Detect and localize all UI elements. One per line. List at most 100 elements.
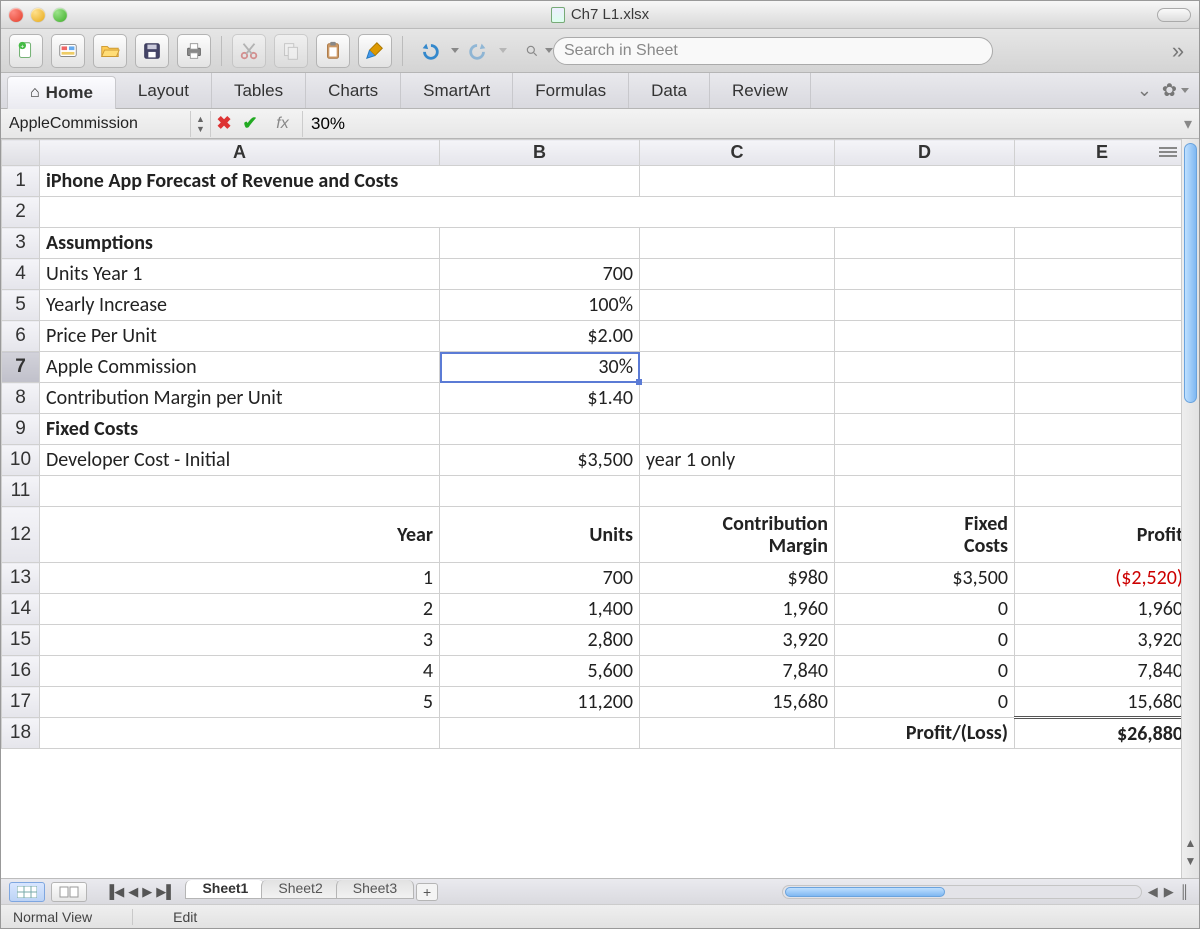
cell[interactable]: 11,200 <box>440 687 640 718</box>
cell[interactable] <box>835 414 1015 445</box>
search-scope-dropdown-icon[interactable] <box>545 48 553 53</box>
undo-dropdown-icon[interactable] <box>451 48 459 53</box>
scroll-down-icon[interactable]: ▼ <box>1182 854 1199 868</box>
cell[interactable] <box>1015 166 1182 197</box>
next-sheet-button[interactable]: ▶ <box>142 884 152 900</box>
cell[interactable]: 3 <box>40 625 440 656</box>
accept-edit-button[interactable]: ✔ <box>237 113 263 134</box>
redo-button[interactable] <box>461 34 495 68</box>
cell[interactable]: Developer Cost - Initial <box>40 445 440 476</box>
row-header[interactable]: 5 <box>2 290 40 321</box>
cell[interactable]: 0 <box>835 625 1015 656</box>
row-header[interactable]: 18 <box>2 718 40 749</box>
cell[interactable] <box>1015 321 1182 352</box>
ribbon-tab-layout[interactable]: Layout <box>116 73 212 108</box>
horizontal-scrollbar[interactable]: ◀ ▶ ║ <box>438 884 1199 900</box>
scroll-right-icon[interactable]: ▶ <box>1164 884 1174 900</box>
cell[interactable]: Units <box>440 507 640 563</box>
prev-sheet-button[interactable]: ◀ <box>128 884 138 900</box>
cell[interactable]: $26,880 <box>1015 718 1182 749</box>
cell[interactable]: 4 <box>40 656 440 687</box>
redo-dropdown-icon[interactable] <box>499 48 507 53</box>
format-painter-button[interactable] <box>358 34 392 68</box>
cell[interactable] <box>440 476 640 507</box>
ribbon-tab-tables[interactable]: Tables <box>212 73 306 108</box>
cell[interactable]: year 1 only <box>640 445 835 476</box>
cut-button[interactable] <box>232 34 266 68</box>
row-header[interactable]: 12 <box>2 507 40 563</box>
ribbon-tab-data[interactable]: Data <box>629 73 710 108</box>
cell[interactable]: 700 <box>440 259 640 290</box>
cell[interactable]: 2,800 <box>440 625 640 656</box>
cell[interactable]: FixedCosts <box>835 507 1015 563</box>
cell[interactable] <box>640 321 835 352</box>
cell[interactable] <box>835 352 1015 383</box>
cell[interactable]: Profit/(Loss) <box>835 718 1015 749</box>
row-header[interactable]: 9 <box>2 414 40 445</box>
row-header[interactable]: 15 <box>2 625 40 656</box>
minimize-window-button[interactable] <box>31 8 45 22</box>
scroll-up-icon[interactable]: ▲ <box>1182 836 1199 850</box>
column-options-icon[interactable] <box>1159 145 1177 159</box>
cell[interactable] <box>440 718 640 749</box>
cell[interactable]: ContributionMargin <box>640 507 835 563</box>
cell[interactable]: 0 <box>835 656 1015 687</box>
cancel-edit-button[interactable]: ✖ <box>211 113 237 134</box>
cell[interactable] <box>40 718 440 749</box>
templates-button[interactable] <box>51 34 85 68</box>
cell[interactable]: $980 <box>640 563 835 594</box>
row-header[interactable]: 8 <box>2 383 40 414</box>
cell[interactable]: Fixed Costs <box>40 414 440 445</box>
scroll-left-icon[interactable]: ◀ <box>1148 884 1158 900</box>
cell[interactable]: Profit <box>1015 507 1182 563</box>
cell[interactable]: $1.40 <box>440 383 640 414</box>
cell[interactable]: 1 <box>40 563 440 594</box>
cell[interactable]: Contribution Margin per Unit <box>40 383 440 414</box>
cell[interactable]: Yearly Increase <box>40 290 440 321</box>
cell[interactable] <box>640 476 835 507</box>
new-workbook-button[interactable]: + <box>9 34 43 68</box>
column-header[interactable]: A <box>40 140 440 166</box>
ribbon-tab-formulas[interactable]: Formulas <box>513 73 629 108</box>
undo-button[interactable] <box>413 34 447 68</box>
row-header[interactable]: 1 <box>2 166 40 197</box>
row-header[interactable]: 11 <box>2 476 40 507</box>
cell[interactable] <box>835 166 1015 197</box>
cell[interactable] <box>1015 352 1182 383</box>
open-button[interactable] <box>93 34 127 68</box>
cell[interactable]: Price Per Unit <box>40 321 440 352</box>
cell[interactable]: Year <box>40 507 440 563</box>
print-button[interactable] <box>177 34 211 68</box>
name-box-stepper[interactable]: ▲▼ <box>191 111 211 137</box>
row-header[interactable]: 3 <box>2 228 40 259</box>
cell[interactable] <box>1015 476 1182 507</box>
name-box[interactable]: AppleCommission <box>1 111 191 137</box>
ribbon-tab-review[interactable]: Review <box>710 73 811 108</box>
cell[interactable]: 15,680 <box>640 687 835 718</box>
sheet-tab[interactable]: Sheet3 <box>336 880 414 899</box>
horizontal-scroll-thumb[interactable] <box>785 887 945 897</box>
last-sheet-button[interactable]: ▶▌ <box>156 884 175 900</box>
sheet-tab[interactable]: Sheet1 <box>185 880 265 899</box>
cell[interactable] <box>440 414 640 445</box>
titlebar-pill-button[interactable] <box>1157 8 1191 22</box>
cell[interactable] <box>640 228 835 259</box>
cell[interactable] <box>1015 228 1182 259</box>
active-cell[interactable]: 30% <box>440 352 640 383</box>
cell[interactable]: 1,960 <box>640 594 835 625</box>
cell[interactable]: 7,840 <box>1015 656 1182 687</box>
cell[interactable]: Assumptions <box>40 228 440 259</box>
column-header[interactable]: B <box>440 140 640 166</box>
cell[interactable]: 0 <box>835 687 1015 718</box>
cell[interactable] <box>1015 383 1182 414</box>
row-header[interactable]: 13 <box>2 563 40 594</box>
search-field[interactable]: Search in Sheet <box>553 37 993 65</box>
row-header[interactable]: 4 <box>2 259 40 290</box>
vertical-scroll-thumb[interactable] <box>1184 143 1197 403</box>
grid[interactable]: A B C D E 1 iPhone App Forecast of Reven… <box>1 139 1181 878</box>
cell[interactable]: ($2,520) <box>1015 563 1182 594</box>
cell[interactable] <box>40 476 440 507</box>
cell[interactable]: $3,500 <box>835 563 1015 594</box>
select-all-corner[interactable] <box>2 140 40 166</box>
cell[interactable] <box>835 383 1015 414</box>
